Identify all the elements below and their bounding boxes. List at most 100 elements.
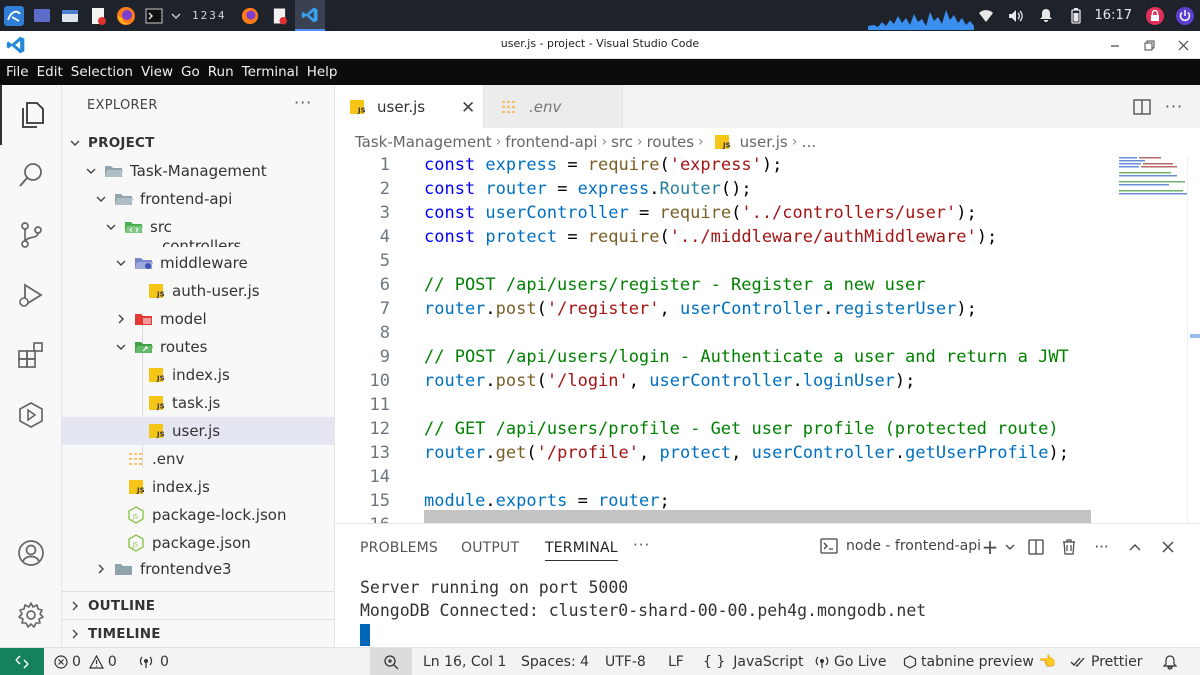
power-icon[interactable]	[1170, 0, 1200, 31]
tree-item-routes[interactable]: routes	[62, 333, 334, 361]
tab-output[interactable]: OUTPUT	[461, 540, 519, 556]
code-line[interactable]: 6 // POST /api/users/register - Register …	[335, 273, 1115, 297]
account-icon[interactable]	[0, 523, 62, 583]
tree-item-index-js[interactable]: JS index.js	[62, 361, 334, 389]
tree-item-frontend-api[interactable]: frontend-api	[62, 185, 334, 213]
breadcrumb-src[interactable]: src	[611, 133, 633, 151]
panel-more-icon[interactable]: ···	[633, 536, 650, 554]
search-icon[interactable]	[0, 145, 62, 205]
clock[interactable]: 16:17	[1095, 8, 1132, 23]
remote-explorer-icon[interactable]	[0, 385, 62, 445]
tree-item-middleware[interactable]: middleware	[62, 249, 334, 277]
menu-selection[interactable]: Selection	[67, 64, 137, 80]
explorer-more-actions[interactable]: ···	[294, 93, 312, 112]
tree-item-model[interactable]: model	[62, 305, 334, 333]
wifi-icon[interactable]	[971, 0, 1001, 31]
split-editor-icon[interactable]	[1126, 92, 1158, 122]
code-line[interactable]: 11	[335, 393, 1115, 417]
indentation[interactable]: Spaces: 4	[521, 648, 589, 675]
files-icon[interactable]	[56, 0, 84, 31]
more-actions-icon[interactable]: ···	[1158, 92, 1190, 122]
volume-icon[interactable]	[1001, 0, 1031, 31]
tree-item-package-lock-json[interactable]: JS package-lock.json	[62, 501, 334, 529]
section-timeline[interactable]: TIMELINE	[62, 619, 334, 647]
firefox-window-icon[interactable]	[235, 0, 265, 31]
maximize-panel-icon[interactable]	[1118, 534, 1151, 560]
breadcrumb-symbols[interactable]: …	[801, 133, 816, 151]
code-line[interactable]: 5	[335, 249, 1115, 273]
code-line[interactable]: 14	[335, 465, 1115, 489]
minimap[interactable]	[1119, 156, 1189, 196]
notification-bell-icon[interactable]	[1031, 0, 1061, 31]
tree-item-index-js-root[interactable]: JS index.js	[62, 473, 334, 501]
more-actions-icon[interactable]: ···	[1085, 534, 1118, 560]
code-line[interactable]: 4 const protect = require('../middleware/…	[335, 225, 1115, 249]
text-editor-icon[interactable]	[84, 0, 112, 31]
run-debug-icon[interactable]	[0, 265, 62, 325]
workspace-switcher[interactable]: 1234	[192, 9, 227, 22]
menu-view[interactable]: View	[137, 64, 177, 80]
prettier-status[interactable]: Prettier	[1070, 648, 1143, 675]
cursor-position[interactable]: Ln 16, Col 1	[423, 648, 506, 675]
menu-go[interactable]: Go	[177, 64, 204, 80]
minimize-icon[interactable]	[1098, 31, 1132, 59]
menu-terminal[interactable]: Terminal	[238, 64, 303, 80]
breadcrumb-task-management[interactable]: Task-Management	[355, 133, 492, 151]
horizontal-scrollbar[interactable]	[424, 510, 1091, 523]
code-line[interactable]: 1 const express = require('express');	[335, 156, 1115, 177]
tree-item-env[interactable]: .env	[62, 445, 334, 473]
code-line[interactable]: 10 router.post('/login', userController.l…	[335, 369, 1115, 393]
overview-ruler[interactable]	[1187, 156, 1200, 523]
breadcrumb-user-js[interactable]: user.js	[740, 133, 788, 151]
document-window-icon[interactable]	[265, 0, 295, 31]
menu-file[interactable]: File	[2, 64, 33, 80]
tab-env[interactable]: .env	[484, 85, 623, 128]
code-line[interactable]: 13 router.get('/profile', protect, userCo…	[335, 441, 1115, 465]
zoom-icon[interactable]	[370, 648, 412, 675]
new-terminal-icon[interactable]: +	[979, 534, 1001, 560]
tree-item-package-json[interactable]: JS package.json	[62, 529, 334, 557]
tabnine-status[interactable]: tabnine preview 👈	[903, 648, 1056, 675]
code-line[interactable]: 9 // POST /api/users/login - Authenticate…	[335, 345, 1115, 369]
notifications-bell-icon[interactable]	[1163, 648, 1177, 675]
menu-edit[interactable]: Edit	[33, 64, 67, 80]
close-window-icon[interactable]	[1166, 31, 1200, 59]
go-live-button[interactable]: Go Live	[815, 648, 886, 675]
extensions-icon[interactable]	[0, 325, 62, 385]
code-editor[interactable]: 1 const express = require('express'); 2 con…	[335, 156, 1200, 523]
terminal-selector[interactable]: node - frontend-api	[820, 538, 981, 554]
battery-icon[interactable]	[1061, 0, 1091, 31]
tree-item-task-management[interactable]: Task-Management	[62, 157, 334, 185]
vscode-window-icon[interactable]	[294, 0, 325, 31]
split-terminal-icon[interactable]	[1019, 534, 1052, 560]
tree-item-frontendve3[interactable]: frontendve3	[62, 555, 334, 583]
problems-indicator[interactable]: 0 0	[54, 648, 117, 675]
code-line[interactable]: 2 const router = express.Router();	[335, 177, 1115, 201]
menu-help[interactable]: Help	[303, 64, 342, 80]
lock-screen-icon[interactable]	[1140, 0, 1170, 31]
section-outline[interactable]: OUTLINE	[62, 591, 334, 619]
close-icon[interactable]: ✕	[461, 98, 475, 118]
code-line[interactable]: 8	[335, 321, 1115, 345]
code-line[interactable]: 3 const userController = require('../cont…	[335, 201, 1115, 225]
tree-item-controllers[interactable]: controllers	[62, 231, 334, 247]
desktop-icon[interactable]	[28, 0, 56, 31]
tab-user-js[interactable]: JS user.js ✕	[335, 85, 484, 128]
tab-terminal[interactable]: TERMINAL	[545, 540, 618, 561]
remote-indicator-icon[interactable]	[0, 648, 44, 675]
chevron-down-icon[interactable]	[1001, 534, 1019, 560]
language-mode[interactable]: { } JavaScript	[703, 648, 803, 675]
menu-run[interactable]: Run	[204, 64, 238, 80]
tree-item-task-js[interactable]: JS task.js	[62, 389, 334, 417]
breadcrumb-routes[interactable]: routes	[647, 133, 694, 151]
encoding[interactable]: UTF-8	[605, 648, 646, 675]
tree-item-auth-user-js[interactable]: JS auth-user.js	[62, 277, 334, 305]
code-line[interactable]: 7 router.post('/register', userController…	[335, 297, 1115, 321]
section-project[interactable]: PROJECT	[62, 129, 334, 157]
firefox-icon[interactable]	[112, 0, 140, 31]
code-line[interactable]: 12 // GET /api/users/profile - Get user p…	[335, 417, 1115, 441]
trash-icon[interactable]	[1052, 534, 1085, 560]
end-of-line[interactable]: LF	[668, 648, 684, 675]
breadcrumb-frontend-api[interactable]: frontend-api	[505, 133, 597, 151]
ports-indicator[interactable]: 0	[138, 648, 169, 675]
